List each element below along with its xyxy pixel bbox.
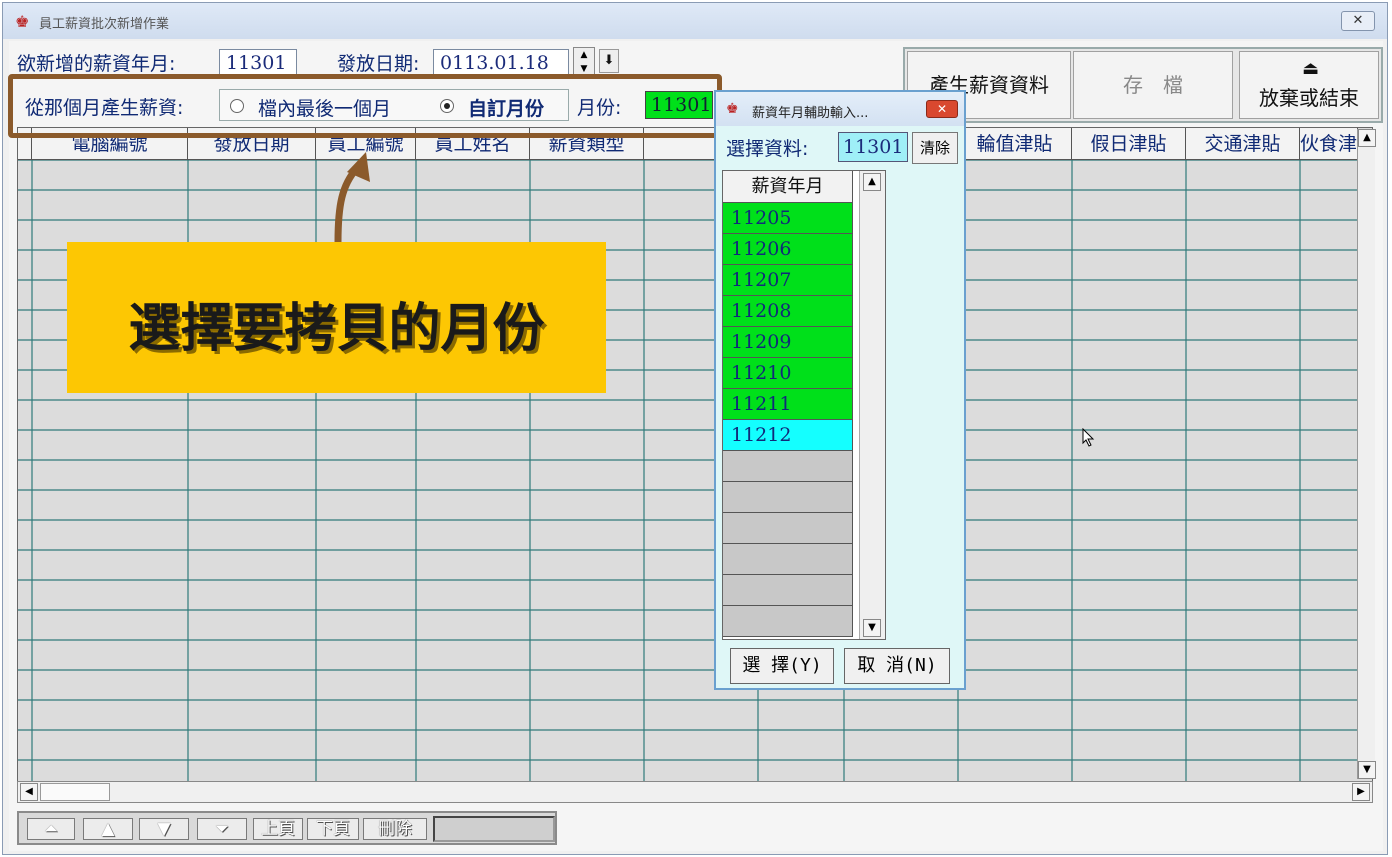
title-bar: ♚ 員工薪資批次新增作業 ✕ [3,3,1387,39]
list-item[interactable]: 11208 [723,296,853,327]
date-spinner[interactable]: ▲ ▼ [573,47,595,77]
mouse-cursor-icon [1082,428,1095,447]
dialog-close-button[interactable]: ✕ [926,100,958,118]
record-navigation-bar: ⏶ ▲ ▼ ⏷ 上頁 下頁 刪除 [17,811,557,845]
window-close-button[interactable]: ✕ [1341,11,1375,31]
select-data-label: 選擇資料: [726,138,809,160]
list-scrollbar[interactable]: ▲ ▼ [859,171,885,639]
window-title: 員工薪資批次新增作業 [39,17,170,32]
salary-month-label: 欲新增的薪資年月: [17,53,176,75]
issue-date-label: 發放日期: [337,53,420,75]
first-record-button[interactable]: ⏶ [27,818,75,840]
exit-button[interactable]: ⏏ 放棄或結束 [1239,51,1379,119]
save-button[interactable]: 存 檔 [1073,51,1233,119]
empty-list-row [723,482,853,513]
down-arrow-icon[interactable]: ⬇ [599,49,619,73]
scroll-right-icon[interactable]: ▶ [1352,783,1370,801]
empty-list-row [723,513,853,544]
list-item[interactable]: 11207 [723,265,853,296]
list-scroll-down-icon[interactable]: ▼ [863,619,881,637]
scroll-left-icon[interactable]: ◀ [20,783,38,801]
exit-button-label: 放棄或結束 [1259,86,1359,110]
empty-list-row [723,575,853,606]
list-scroll-up-icon[interactable]: ▲ [863,173,881,191]
list-item[interactable]: 11211 [723,389,853,420]
app-icon: ♚ [15,12,30,31]
toolbar-button-group: 產生薪資資料 存 檔 ⏏ 放棄或結束 [903,47,1383,123]
grid-horizontal-scrollbar[interactable]: ◀ ▶ [17,781,1373,803]
prev-record-button[interactable]: ▲ [83,818,133,840]
exit-icon: ⏏ [1302,58,1320,79]
list-item[interactable]: 11210 [723,358,853,389]
dialog-title-bar: ♚ 薪資年月輔助輸入... ✕ [716,92,964,126]
select-ok-button[interactable]: 選 擇(Y) [730,648,834,684]
list-item[interactable]: 11209 [723,327,853,358]
scroll-up-icon[interactable]: ▲ [1358,129,1376,147]
salary-grid[interactable]: 電腦編號 發放日期 員工編號 員工姓名 薪資類型 底薪 輪值津貼 假日津貼 交通… [17,127,1373,801]
scroll-thumb[interactable] [40,783,110,801]
dialog-title: 薪資年月輔助輸入... [752,106,869,121]
select-data-input[interactable]: 11301 [838,132,908,162]
empty-list-row [723,451,853,482]
list-item[interactable]: 11205 [723,203,853,234]
last-record-button[interactable]: ⏷ [197,818,247,840]
list-header: 薪資年月 [723,171,853,203]
clear-button[interactable]: 清除 [912,132,958,164]
column-header[interactable]: 假日津貼 [1072,128,1186,159]
client-area: 欲新增的薪資年月: 11301 發放日期: 0113.01.18 ▲ ▼ ⬇ 從那… [9,41,1383,851]
dialog-app-icon: ♚ [726,101,739,117]
page-up-button[interactable]: 上頁 [253,818,303,840]
empty-list-row [723,606,853,637]
highlight-frame [8,74,722,138]
list-item-selected[interactable]: 11212 [723,420,853,451]
navigation-status-field [433,816,555,842]
grid-vertical-scrollbar[interactable]: ▲ ▼ [1357,129,1376,779]
callout-text: 選擇要拷貝的月份 [128,298,545,359]
column-header[interactable]: 交通津貼 [1186,128,1300,159]
empty-list-row [723,544,853,575]
page-down-button[interactable]: 下頁 [307,818,359,840]
column-header[interactable]: 輪值津貼 [958,128,1072,159]
month-picker-dialog: ♚ 薪資年月輔助輸入... ✕ 選擇資料: 11301 清除 薪資年月 1120… [714,90,966,690]
cancel-button[interactable]: 取 消(N) [844,648,950,684]
month-list[interactable]: 薪資年月 11205 11206 11207 11208 11209 11210… [722,170,886,640]
salary-month-input[interactable]: 11301 [219,49,297,77]
list-item[interactable]: 11206 [723,234,853,265]
next-record-button[interactable]: ▼ [139,818,189,840]
delete-button[interactable]: 刪除 [363,818,427,840]
instruction-callout: 選擇要拷貝的月份 [67,242,606,393]
column-header[interactable]: 伙食津 [1300,128,1358,159]
issue-date-input[interactable]: 0113.01.18 [433,49,569,77]
scroll-down-icon[interactable]: ▼ [1358,761,1376,779]
